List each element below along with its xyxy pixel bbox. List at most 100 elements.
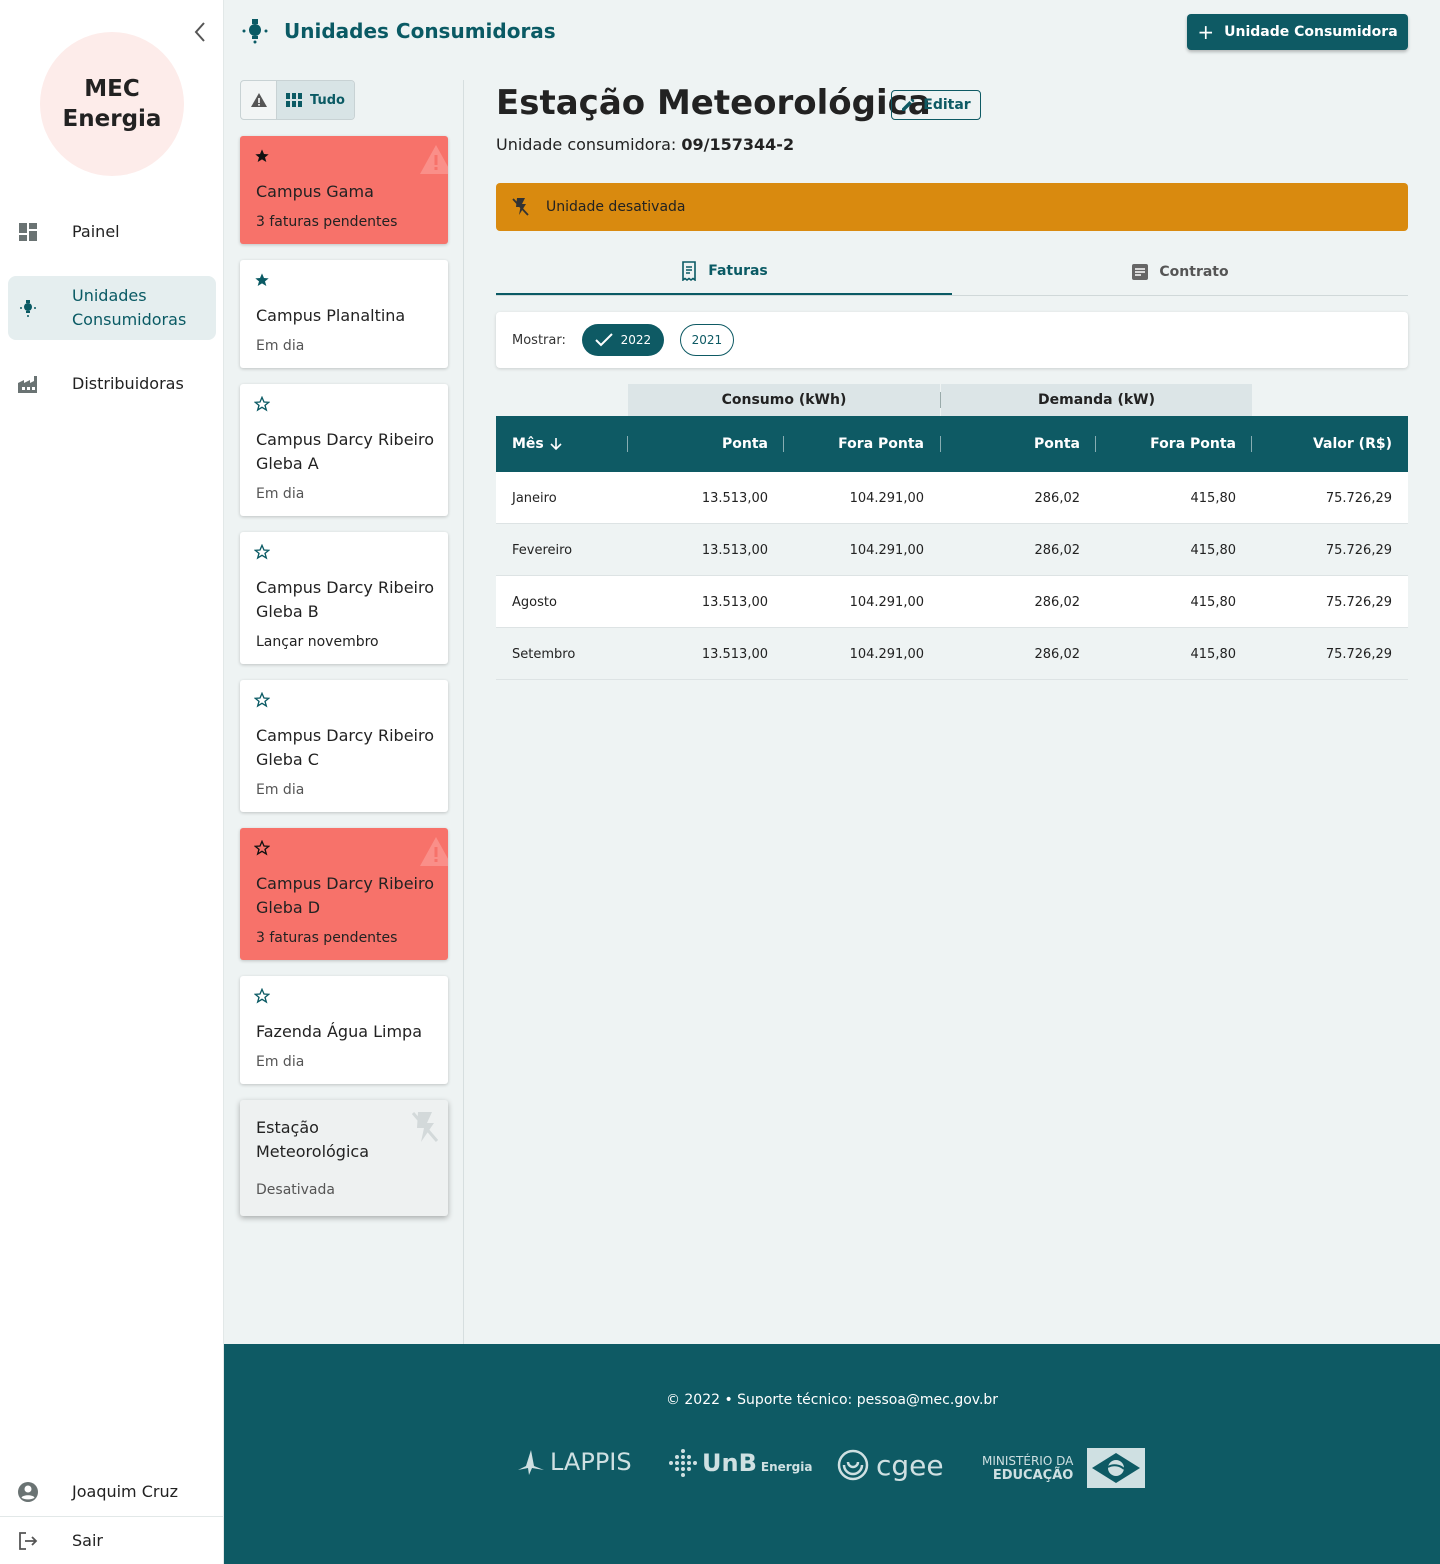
list-filter-toggle: Tudo [240,80,355,120]
unit-card-gleba-b[interactable]: Campus Darcy Ribeiro Gleba B Lançar nove… [240,532,448,664]
receipt-icon [682,260,697,281]
logo-line-1: MEC [84,76,140,102]
unit-card-name: Fazenda Água Limpa [256,1022,423,1041]
warning-icon [250,93,267,107]
star-outline-icon[interactable] [253,987,271,1008]
logo-line-2: Energia [62,106,162,132]
cell-ponta-consumo: 13.513,00 [701,542,768,558]
unit-card-name: Campus Darcy Ribeiro Gleba C [256,726,435,769]
table-header: Mês Ponta Fora Ponta Ponta Fora Ponta Va… [496,416,1408,472]
table-row[interactable]: Setembro 13.513,00 104.291,00 286,02 415… [496,628,1408,680]
lappis-mark-icon [518,1450,544,1475]
lightbulb-icon [240,14,270,48]
cell-fora-ponta-demanda: 415,80 [1190,646,1237,662]
column-header-fora-ponta-consumo[interactable]: Fora Ponta [838,416,924,472]
column-header-label: Mês [512,436,544,452]
year-chip-2022[interactable]: 2022 [581,324,664,356]
year-filter: Mostrar: 2022 2021 [496,312,1408,368]
cell-ponta-demanda: 286,02 [1034,594,1081,610]
page-header: Unidades Consumidoras [240,14,556,48]
cgee-logo: cgee [836,1448,944,1482]
star-outline-icon[interactable] [253,691,271,712]
account-circle-icon [8,1481,48,1503]
column-header-ponta-consumo[interactable]: Ponta [722,416,768,472]
check-icon [594,333,613,347]
unit-card-campus-gama[interactable]: Campus Gama 3 faturas pendentes [240,136,448,244]
unit-card-status: Em dia [256,782,305,798]
flash-off-icon [410,1110,440,1148]
nav-item-distribuidoras[interactable]: Distribuidoras [8,360,216,408]
user-profile[interactable]: Joaquim Cruz [8,1468,216,1516]
star-filled-icon[interactable] [254,148,270,168]
nav-item-painel[interactable]: Painel [8,208,216,256]
edit-unit-button[interactable]: Editar [891,90,981,120]
user-name: Joaquim Cruz [72,1482,179,1501]
add-consumer-unit-button[interactable]: + Unidade Consumidora [1187,14,1408,50]
document-icon [1132,263,1149,280]
logout-button[interactable]: Sair [8,1517,216,1564]
unit-card-campus-planaltina[interactable]: Campus Planaltina Em dia [240,260,448,368]
cell-ponta-consumo: 13.513,00 [701,594,768,610]
column-header-valor[interactable]: Valor (R$) [1313,416,1392,472]
lappis-text: LAPPIS [550,1448,632,1476]
cell-fora-ponta-demanda: 415,80 [1190,490,1237,506]
arrow-down-icon [550,438,562,451]
cgee-mark-icon [837,1449,869,1481]
unit-card-status: 3 faturas pendentes [256,930,398,946]
unb-mark-icon [669,1449,697,1477]
table-row[interactable]: Janeiro 13.513,00 104.291,00 286,02 415,… [496,472,1408,524]
energia-text: Energia [760,1460,813,1474]
year-chip-label: 2022 [620,333,652,347]
collapse-sidebar-button[interactable] [186,18,214,46]
filter-all-label: Tudo [310,92,345,108]
unb-text: UnB [702,1449,757,1477]
table-row[interactable]: Agosto 13.513,00 104.291,00 286,02 415,8… [496,576,1408,628]
star-outline-icon[interactable] [253,839,271,860]
cgee-text: cgee [876,1448,944,1482]
unit-card-status: Em dia [256,1054,305,1070]
unit-card-name: Campus Gama [256,182,374,201]
unit-card-status: Lançar novembro [256,634,379,650]
unit-card-status: Em dia [256,338,305,354]
table-row[interactable]: Fevereiro 13.513,00 104.291,00 286,02 41… [496,524,1408,576]
mec-line-2: EDUCAÇÃO [992,1467,1074,1483]
year-chip-2021[interactable]: 2021 [679,324,734,356]
cell-mes: Janeiro [512,490,557,506]
column-separator [627,436,628,452]
cell-fora-ponta-consumo: 104.291,00 [849,490,924,506]
unit-card-status: 3 faturas pendentes [256,214,398,230]
filter-alerts-button[interactable] [241,81,277,119]
unit-card-fazenda-agua-limpa[interactable]: Fazenda Água Limpa Em dia [240,976,448,1084]
cell-valor: 75.726,29 [1325,490,1392,506]
star-filled-icon[interactable] [254,272,270,292]
cell-fora-ponta-consumo: 104.291,00 [849,594,924,610]
plus-icon: + [1197,20,1215,44]
unit-card-estacao-meteorologica[interactable]: Estação Meteorológica Desativada [240,1100,448,1216]
footer: © 2022 • Suporte técnico: pessoa@mec.gov… [224,1344,1440,1564]
star-outline-icon[interactable] [253,543,271,564]
detail-tabs: Faturas Contrato [496,248,1408,296]
page-title: Unidades Consumidoras [284,19,556,43]
unit-card-gleba-a[interactable]: Campus Darcy Ribeiro Gleba A Em dia [240,384,448,516]
unit-card-name: Campus Planaltina [256,306,406,325]
nav-item-unidades-consumidoras[interactable]: Unidades Consumidoras [8,276,216,340]
filter-all-button[interactable]: Tudo [277,81,354,119]
tab-contrato[interactable]: Contrato [952,248,1408,295]
uc-label: Unidade consumidora: [496,135,677,154]
unit-card-name: Campus Darcy Ribeiro Gleba D [256,874,435,917]
column-header-mes[interactable]: Mês [512,416,562,472]
column-header-ponta-demanda[interactable]: Ponta [1034,416,1080,472]
unit-card-gleba-d[interactable]: Campus Darcy Ribeiro Gleba D 3 faturas p… [240,828,448,960]
app-logo: MEC Energia [40,32,184,176]
unit-card-name: Campus Darcy Ribeiro Gleba B [256,578,435,621]
cell-ponta-consumo: 13.513,00 [701,490,768,506]
unit-card-gleba-c[interactable]: Campus Darcy Ribeiro Gleba C Em dia [240,680,448,812]
unit-detail-title: Estação Meteorológica [496,83,931,123]
tab-faturas[interactable]: Faturas [496,248,952,295]
column-header-fora-ponta-demanda[interactable]: Fora Ponta [1150,416,1236,472]
brazil-flag-icon [1087,1448,1146,1488]
star-outline-icon[interactable] [253,395,271,416]
logout-label: Sair [72,1530,103,1550]
edit-label: Editar [923,97,971,113]
unit-card-name: Estação Meteorológica [256,1118,370,1161]
